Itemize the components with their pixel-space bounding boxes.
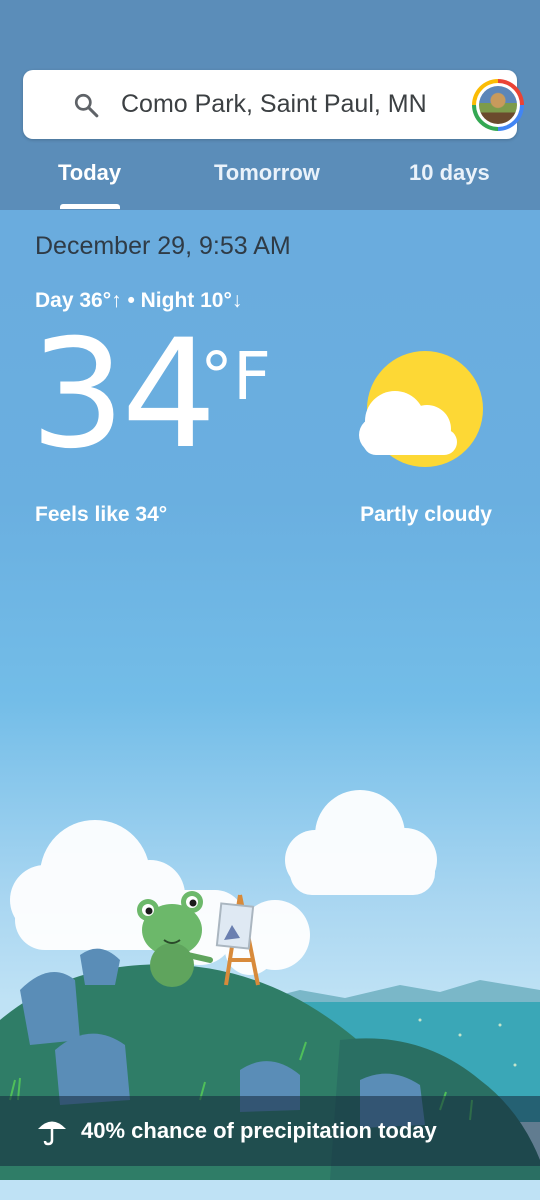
tab-tomorrow[interactable]: Tomorrow xyxy=(214,160,320,186)
date-time: December 29, 9:53 AM xyxy=(35,232,291,260)
umbrella-icon xyxy=(38,1121,66,1146)
header: Como Park, Saint Paul, MN Today Tomorrow… xyxy=(0,0,540,210)
account-avatar[interactable] xyxy=(472,79,524,131)
active-tab-indicator xyxy=(60,204,120,209)
cloud-icon xyxy=(359,391,457,455)
location-text[interactable]: Como Park, Saint Paul, MN xyxy=(121,90,427,119)
feels-like: Feels like 34° xyxy=(35,503,168,526)
current-temperature: 34 xyxy=(30,308,217,482)
precipitation-banner[interactable]: 40% chance of precipitation today xyxy=(0,1096,540,1166)
condition-label: Partly cloudy xyxy=(360,503,492,526)
search-bar[interactable]: Como Park, Saint Paul, MN xyxy=(23,70,524,139)
tab-today[interactable]: Today xyxy=(58,160,121,186)
temperature-unit: °F xyxy=(200,338,271,415)
precipitation-text: 40% chance of precipitation today xyxy=(81,1118,437,1143)
tab-bar: Today Tomorrow 10 days xyxy=(0,150,540,210)
tab-10-days[interactable]: 10 days xyxy=(409,160,490,186)
search-icon[interactable] xyxy=(73,92,99,118)
